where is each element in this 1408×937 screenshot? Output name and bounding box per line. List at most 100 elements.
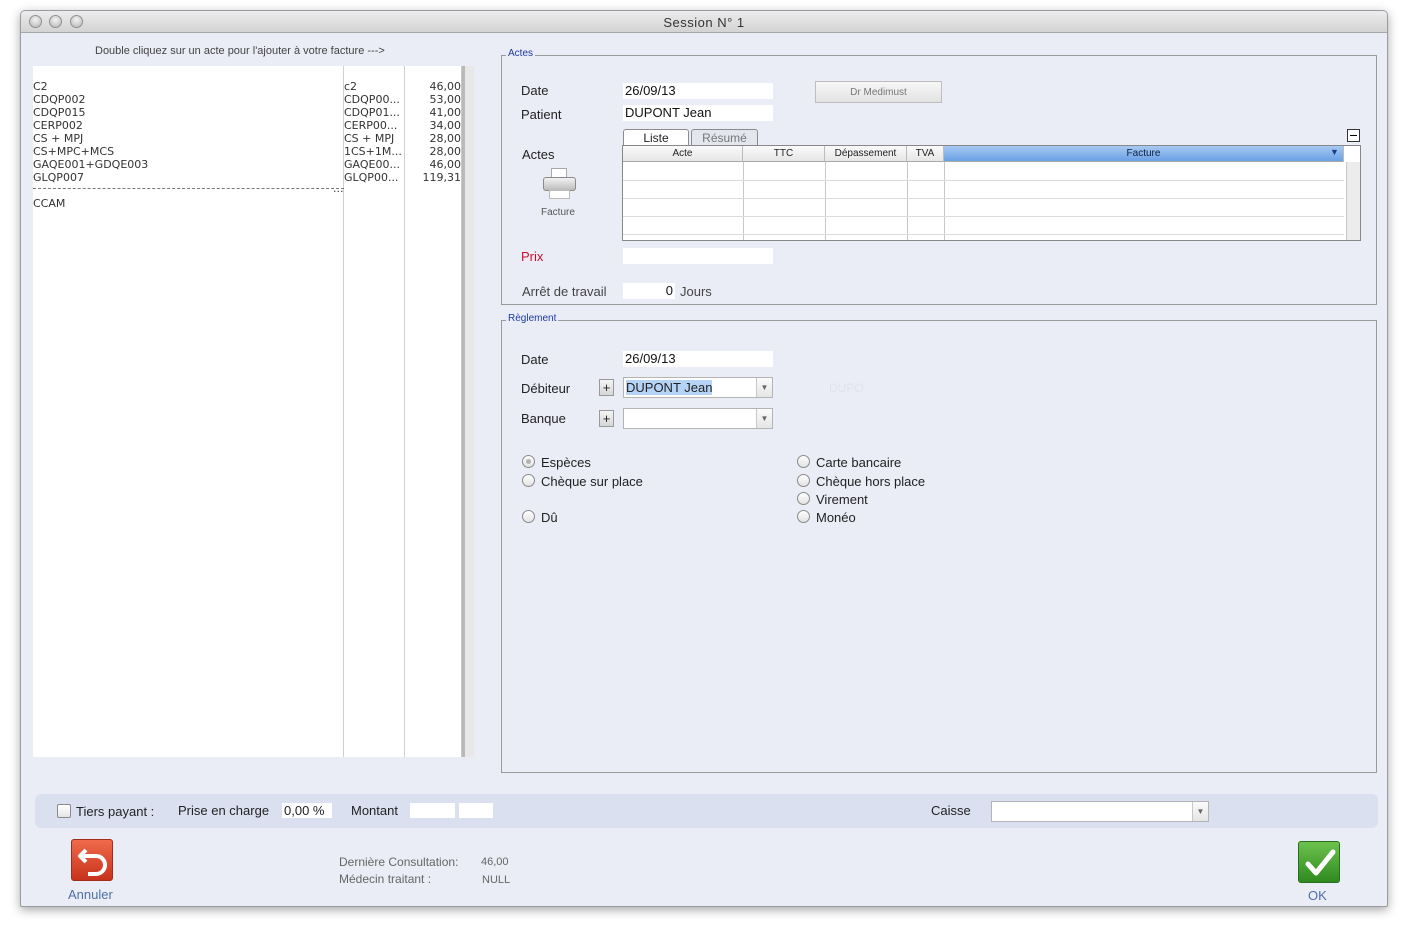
radio-cheque-sur-place[interactable]: [522, 474, 535, 487]
montant-label: Montant: [351, 803, 398, 818]
actes-date-label: Date: [521, 83, 549, 98]
arret-label: Arrêt de travail: [522, 284, 607, 299]
column-header-acte[interactable]: Acte: [623, 146, 743, 162]
column-header-tva[interactable]: TVA: [907, 146, 944, 162]
list-item[interactable]: C2: [33, 80, 48, 93]
list-item-code: c2: [344, 80, 358, 93]
actes-date-field[interactable]: 26/09/13: [623, 83, 773, 99]
reglement-group-legend: Règlement: [506, 313, 559, 324]
cheque-hors-place-label[interactable]: Chèque hors place: [816, 474, 925, 489]
print-invoice-label[interactable]: Facture: [541, 207, 575, 218]
list-item[interactable]: CCAM: [33, 197, 65, 210]
tab-liste[interactable]: Liste: [623, 129, 689, 146]
checkmark-icon[interactable]: [1298, 841, 1340, 883]
tab-resume[interactable]: Résumé: [691, 129, 758, 146]
ok-button[interactable]: OK: [1308, 888, 1327, 903]
list-item-code: GAQE00...: [344, 158, 400, 171]
moneo-label[interactable]: Monéo: [816, 510, 856, 525]
montant-field-1[interactable]: [410, 803, 455, 818]
reglement-group: Règlement Date 26/09/13 Débiteur + DUPON…: [501, 313, 1377, 773]
list-item-code: GLQP00...: [344, 171, 399, 184]
list-item[interactable]: GLQP007: [33, 171, 84, 184]
undo-arrow-icon[interactable]: [71, 839, 113, 881]
payment-footer-bar: Tiers payant : Prise en charge 0,00 % Mo…: [35, 794, 1378, 828]
patient-field[interactable]: DUPONT Jean: [623, 105, 773, 121]
add-banque-button[interactable]: +: [599, 410, 614, 427]
carte-bancaire-label[interactable]: Carte bancaire: [816, 455, 901, 470]
sort-arrow-icon[interactable]: ▼: [1330, 147, 1339, 157]
radio-virement[interactable]: [797, 492, 810, 505]
acts-code-column: c2 CDQP00... CDQP01... CERP00... CS + MP…: [344, 66, 405, 757]
table-row[interactable]: [623, 234, 1344, 235]
separator-ellipsis: ...: [333, 182, 344, 195]
cheque-sur-place-label[interactable]: Chèque sur place: [541, 474, 643, 489]
table-row[interactable]: [623, 198, 1344, 199]
caisse-select[interactable]: ▼: [991, 801, 1209, 822]
chevron-down-icon[interactable]: ▼: [756, 409, 772, 428]
list-item-price: 46,00: [429, 80, 462, 93]
prise-en-charge-label: Prise en charge: [178, 803, 270, 818]
table-row[interactable]: [623, 180, 1344, 181]
list-item[interactable]: CDQP002: [33, 93, 85, 106]
virement-label[interactable]: Virement: [816, 492, 868, 507]
tiers-payant-checkbox[interactable]: [57, 804, 71, 818]
collapse-minus-icon[interactable]: [1347, 129, 1360, 142]
radio-especes[interactable]: [522, 455, 535, 468]
list-item[interactable]: CERP002: [33, 119, 83, 132]
printer-icon[interactable]: [541, 168, 581, 206]
debiteur-ghost-text: DUPO: [829, 381, 864, 395]
acts-list[interactable]: C2 CDQP002 CDQP015 CERP002 CS + MPJ CS+M…: [33, 66, 474, 757]
prise-en-charge-field[interactable]: 0,00 %: [282, 803, 332, 818]
list-item-price: 119,31: [422, 171, 462, 184]
list-item-price: 53,00: [429, 93, 462, 106]
caisse-label: Caisse: [931, 803, 971, 818]
table-divider: [944, 162, 945, 240]
list-item-price: 41,00: [429, 106, 462, 119]
cancel-button[interactable]: Annuler: [68, 887, 113, 902]
du-label[interactable]: Dû: [541, 510, 558, 525]
column-header-facture[interactable]: Facture: [944, 146, 1344, 162]
prix-field[interactable]: [623, 248, 773, 264]
arret-days-field[interactable]: 0: [623, 283, 675, 299]
list-item-code: CDQP00...: [344, 93, 400, 106]
doctor-button[interactable]: Dr Medimust: [815, 81, 942, 103]
acts-name-column: C2 CDQP002 CDQP015 CERP002 CS + MPJ CS+M…: [33, 66, 344, 757]
chevron-down-icon[interactable]: ▼: [756, 378, 772, 397]
radio-carte-bancaire[interactable]: [797, 455, 810, 468]
add-debiteur-button[interactable]: +: [599, 379, 614, 396]
tiers-payant-label: Tiers payant :: [76, 804, 155, 819]
list-item[interactable]: CDQP015: [33, 106, 85, 119]
reglement-date-label: Date: [521, 352, 549, 367]
title-bar: Session N° 1: [21, 11, 1387, 33]
montant-field-2[interactable]: [459, 803, 493, 818]
chevron-down-icon[interactable]: ▼: [1192, 802, 1208, 821]
acts-list-scrollbar[interactable]: [461, 66, 474, 757]
banque-select[interactable]: ▼: [623, 408, 773, 429]
list-item-price: 34,00: [429, 119, 462, 132]
reglement-date-field[interactable]: 26/09/13: [623, 351, 773, 367]
list-item[interactable]: CS + MPJ: [33, 132, 83, 145]
radio-du[interactable]: [522, 510, 535, 523]
patient-label: Patient: [521, 107, 562, 122]
radio-cheque-hors-place[interactable]: [797, 474, 810, 487]
list-item-code: CERP00...: [344, 119, 398, 132]
radio-moneo[interactable]: [797, 510, 810, 523]
list-item-code: CS + MPJ: [344, 132, 395, 145]
actes-list-label: Actes: [522, 147, 555, 162]
list-separator: [33, 188, 344, 189]
table-scrollbar[interactable]: [1346, 162, 1360, 240]
table-divider: [907, 162, 908, 240]
list-item-code: 1CS+1M...: [344, 145, 402, 158]
especes-label[interactable]: Espèces: [541, 455, 591, 470]
list-item[interactable]: CS+MPC+MCS: [33, 145, 114, 158]
column-header-depassement[interactable]: Dépassement: [825, 146, 907, 162]
debiteur-select[interactable]: DUPONT Jean ▼: [623, 377, 773, 398]
column-header-ttc[interactable]: TTC: [743, 146, 825, 162]
actes-table[interactable]: Acte TTC Dépassement TVA Facture ▼: [622, 145, 1361, 241]
table-divider: [743, 162, 744, 240]
banque-label: Banque: [521, 411, 566, 426]
list-item[interactable]: GAQE001+GDQE003: [33, 158, 148, 171]
session-window: Session N° 1 Double cliquez sur un acte …: [20, 10, 1388, 907]
table-row[interactable]: [623, 216, 1344, 217]
debiteur-selected-text: DUPONT Jean: [626, 380, 713, 395]
